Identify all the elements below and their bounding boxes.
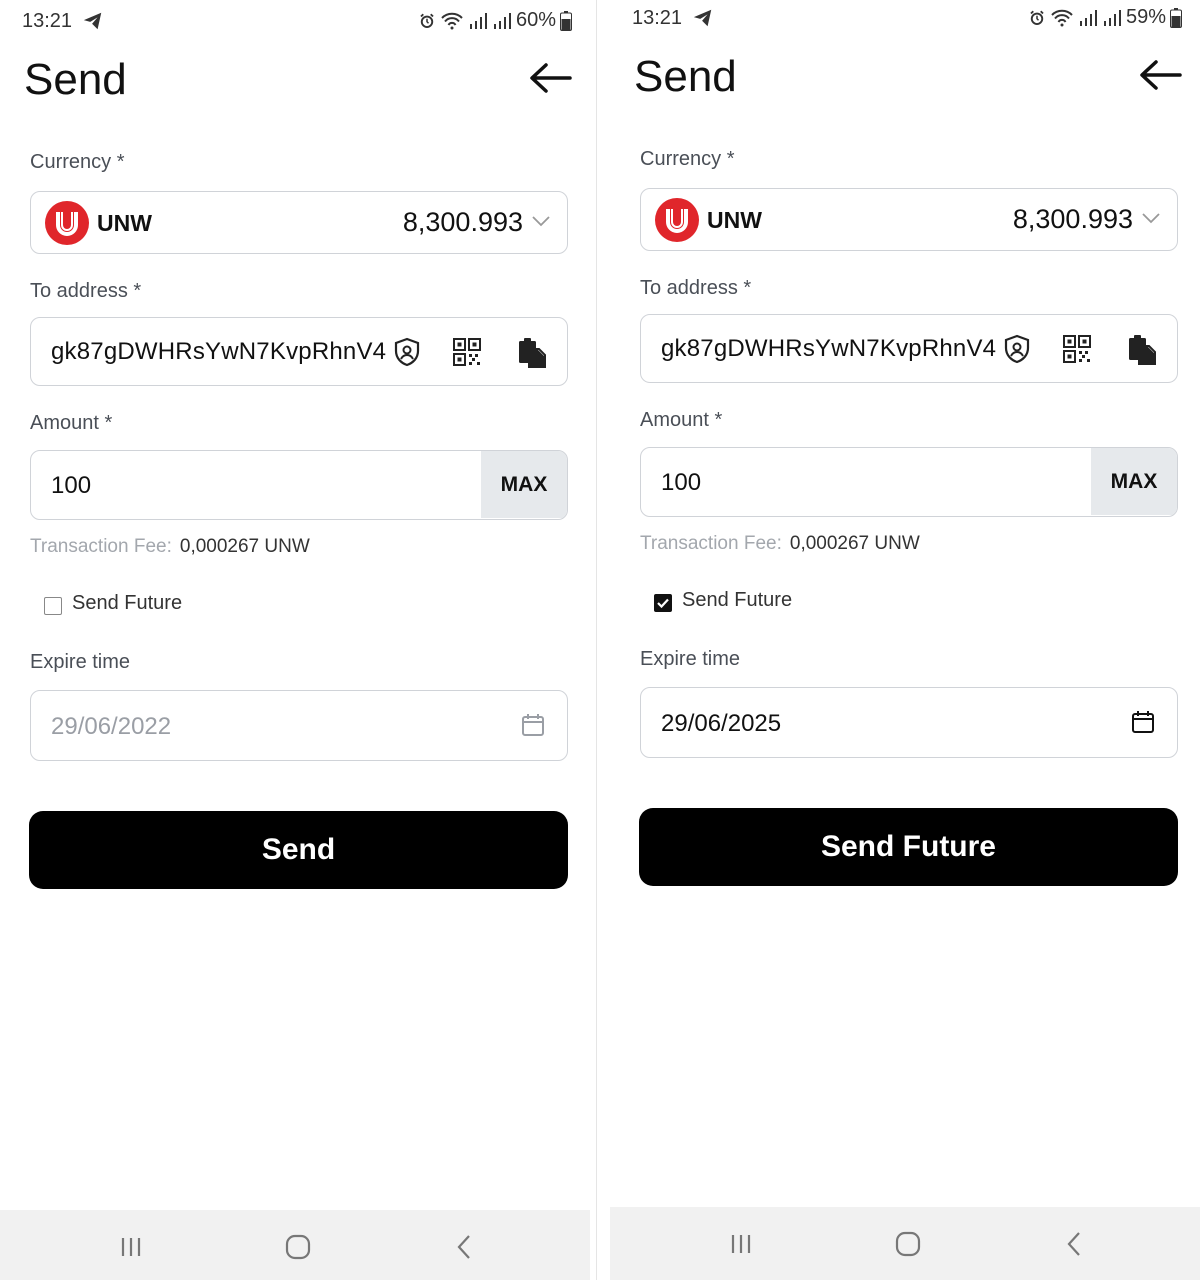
address-input[interactable]: gk87gDWHRsYwN7KvpRhnV4 — [661, 335, 996, 363]
page-title: Send — [24, 55, 127, 104]
recents-icon[interactable] — [116, 1234, 146, 1260]
address-label: To address * — [30, 280, 142, 302]
send-future-label: Send Future — [682, 589, 793, 611]
home-icon[interactable] — [283, 1234, 313, 1260]
fee-label: Transaction Fee: — [640, 533, 782, 554]
back-arrow-icon[interactable] — [528, 58, 572, 98]
expire-time-field[interactable]: 29/06/2022 — [30, 690, 568, 761]
currency-label: Currency * — [640, 148, 735, 170]
wifi-icon — [441, 12, 463, 29]
chevron-down-icon — [532, 216, 550, 227]
chevron-down-icon — [1142, 213, 1160, 224]
unw-logo-icon — [655, 198, 699, 242]
signal-icon — [1103, 9, 1121, 26]
send-future-checkbox[interactable] — [44, 597, 62, 615]
expire-time-field[interactable]: 29/06/2025 — [640, 687, 1178, 758]
unw-logo-icon — [45, 201, 89, 245]
comparison-canvas: 13:21 60% Send Currency * UNW 8,300.993 … — [0, 0, 1200, 1280]
transaction-fee: Transaction Fee: 0,000267 UNW — [30, 536, 310, 558]
wifi-icon — [1051, 9, 1073, 26]
status-icons: 59% — [1028, 6, 1182, 29]
amount-label: Amount * — [30, 412, 113, 434]
currency-code: UNW — [707, 207, 762, 233]
send-screen-left: 13:21 60% Send Currency * UNW 8,300.993 … — [0, 0, 590, 1280]
expire-time-input[interactable]: 29/06/2025 — [661, 710, 781, 738]
currency-select[interactable]: UNW 8,300.993 — [30, 191, 568, 254]
fee-label: Transaction Fee: — [30, 536, 172, 557]
send-screen-right: 13:21 59% Send Currency * UNW 8,300.993 … — [610, 0, 1200, 1280]
amount-field[interactable]: 100 MAX — [30, 450, 568, 520]
amount-input[interactable]: 100 — [661, 469, 701, 497]
calendar-icon[interactable] — [521, 713, 545, 737]
signal-icon — [493, 12, 511, 29]
battery-icon — [1170, 7, 1182, 28]
currency-balance: 8,300.993 — [402, 207, 523, 237]
expire-time-label: Expire time — [30, 651, 131, 673]
nav-back-icon[interactable] — [1060, 1231, 1090, 1257]
fee-value: 0,000267 UNW — [789, 533, 920, 554]
currency-select[interactable]: UNW 8,300.993 — [640, 188, 1178, 251]
telegram-icon — [83, 12, 102, 30]
recents-icon[interactable] — [726, 1231, 756, 1257]
expire-time-input[interactable]: 29/06/2022 — [51, 713, 171, 741]
address-input[interactable]: gk87gDWHRsYwN7KvpRhnV4 — [51, 338, 386, 366]
transaction-fee: Transaction Fee: 0,000267 UNW — [640, 533, 920, 555]
shield-user-icon[interactable] — [1001, 333, 1033, 365]
status-bar: 13:21 60% — [0, 0, 590, 44]
alarm-icon — [420, 13, 434, 28]
currency-balance: 8,300.993 — [1012, 204, 1133, 234]
amount-label: Amount * — [640, 409, 723, 431]
status-bar: 13:21 59% — [610, 0, 1200, 41]
telegram-icon — [693, 9, 712, 27]
fee-value: 0,000267 UNW — [179, 536, 310, 557]
address-field[interactable]: gk87gDWHRsYwN7KvpRhnV4 — [640, 314, 1178, 383]
check-icon — [657, 598, 669, 609]
system-nav-bar — [610, 1207, 1200, 1280]
max-button[interactable]: MAX — [1091, 448, 1177, 515]
battery-percent: 59% — [1125, 6, 1166, 28]
back-arrow-icon[interactable] — [1138, 55, 1182, 95]
address-field[interactable]: gk87gDWHRsYwN7KvpRhnV4 — [30, 317, 568, 386]
amount-input[interactable]: 100 — [51, 472, 91, 500]
paste-icon[interactable] — [516, 336, 548, 368]
home-icon[interactable] — [893, 1231, 923, 1257]
screen-divider — [596, 0, 597, 1280]
nav-back-icon[interactable] — [450, 1234, 480, 1260]
alarm-icon — [1030, 10, 1044, 25]
battery-icon — [560, 10, 572, 31]
send-future-button[interactable]: Send Future — [639, 808, 1178, 886]
status-time: 13:21 — [632, 7, 683, 29]
status-icons: 60% — [418, 9, 572, 32]
signal-icon — [1079, 9, 1097, 26]
page-title: Send — [634, 52, 737, 101]
calendar-icon[interactable] — [1131, 710, 1155, 734]
battery-percent: 60% — [515, 9, 556, 31]
qr-code-icon[interactable] — [451, 336, 483, 368]
max-button[interactable]: MAX — [481, 451, 567, 518]
status-time: 13:21 — [22, 10, 73, 32]
address-label: To address * — [640, 277, 752, 299]
paste-icon[interactable] — [1126, 333, 1158, 365]
currency-label: Currency * — [30, 151, 125, 173]
shield-user-icon[interactable] — [391, 336, 423, 368]
send-future-checkbox[interactable] — [654, 594, 672, 612]
qr-code-icon[interactable] — [1061, 333, 1093, 365]
signal-icon — [469, 12, 487, 29]
expire-time-label: Expire time — [640, 648, 741, 670]
send-button[interactable]: Send — [29, 811, 568, 889]
send-future-label: Send Future — [72, 592, 183, 614]
amount-field[interactable]: 100 MAX — [640, 447, 1178, 517]
currency-code: UNW — [97, 210, 152, 236]
system-nav-bar — [0, 1210, 590, 1280]
